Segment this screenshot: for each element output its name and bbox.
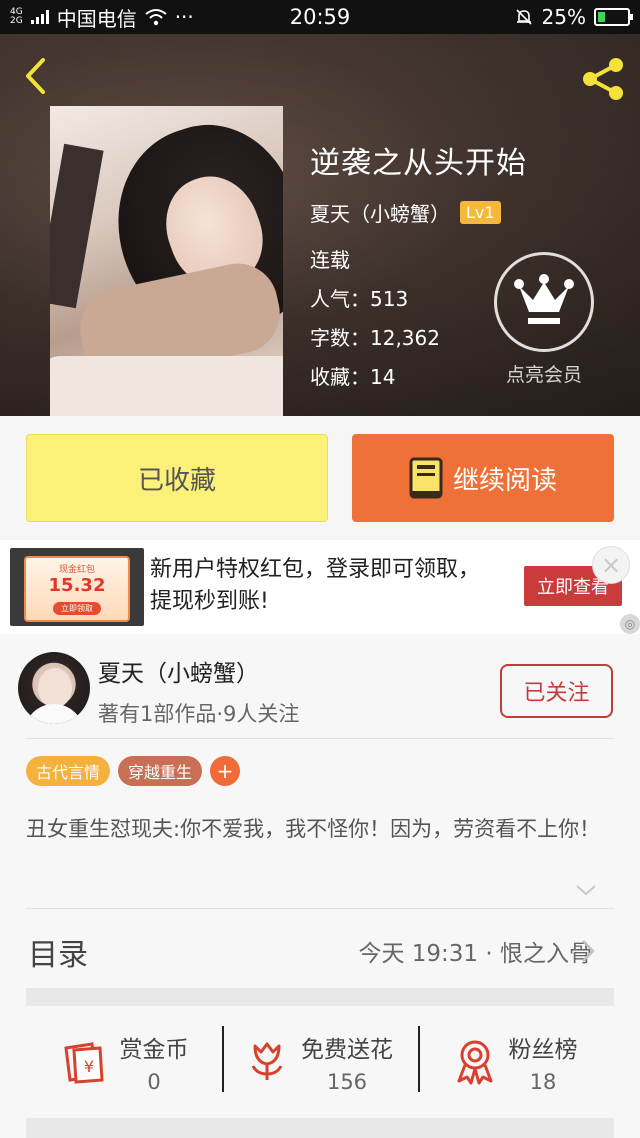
stat-reward[interactable]: ¥ 赏金币 0 <box>26 1008 222 1116</box>
carrier-name: 中国电信 <box>56 6 137 31</box>
book-word-count: 字数：12,362 <box>310 326 440 350</box>
continue-reading-label: 继续阅读 <box>452 465 557 496</box>
book-status: 连载 <box>310 248 350 272</box>
divider <box>26 738 614 739</box>
battery-icon <box>594 8 633 26</box>
stats-row: ¥ 赏金币 0 免费送花 156 粉丝榜 18 <box>26 1008 614 1116</box>
wifi-icon <box>145 9 167 26</box>
stat-fans[interactable]: 粉丝榜 18 <box>418 1008 614 1116</box>
book-author-line: 夏天（小螃蟹） Lv1 <box>310 198 501 227</box>
action-bar: 已收藏 继续阅读 <box>0 416 640 540</box>
toc-label[interactable]: 目录 <box>28 930 88 974</box>
synopsis: 丑女重生怼现夫:你不爱我，我不怪你！因为，劳资看不上你！ <box>26 817 601 841</box>
ad-close-icon[interactable]: × <box>592 546 630 584</box>
author-summary: 著有1部作品·9人关注 <box>98 702 300 726</box>
author-name[interactable]: 夏天（小螃蟹） <box>98 654 259 688</box>
svg-text:¥: ¥ <box>83 1057 93 1076</box>
stat-flowers[interactable]: 免费送花 156 <box>222 1008 418 1116</box>
level-badge: Lv1 <box>460 201 501 224</box>
author-section: 夏天（小螃蟹） 著有1部作品·9人关注 已关注 古代言情 穿越重生 + 丑女重生… <box>0 634 640 1138</box>
toc-latest-chapter[interactable]: 今天 19:31 · 恨之入骨 <box>358 934 592 968</box>
book-favorites: 收藏：14 <box>310 365 396 389</box>
stat-reward-label: 赏金币 <box>119 1037 189 1063</box>
stat-flowers-value: 156 <box>326 1070 368 1094</box>
flower-icon <box>251 1042 283 1080</box>
vip-button[interactable]: 点亮会员 <box>492 252 596 387</box>
ad-image: 现金红包 15.32 立即领取 <box>10 548 144 626</box>
stat-flowers-label: 免费送花 <box>301 1037 393 1063</box>
battery-fill <box>598 12 605 22</box>
book-header: 逆袭之从头开始 夏天（小螃蟹） Lv1 连载 人气：513 字数：12,362 … <box>0 34 640 416</box>
stat-fans-label: 粉丝榜 <box>508 1037 578 1063</box>
network-type: 4G 2G <box>10 7 23 26</box>
mute-bell-icon <box>515 9 532 25</box>
tag-list: 古代言情 穿越重生 + <box>26 756 241 786</box>
add-tag-button[interactable]: + <box>210 756 241 786</box>
status-bar: 4G 2G 中国电信 ··· 20:59 25% <box>0 0 640 34</box>
section-separator <box>26 1118 614 1138</box>
back-icon[interactable] <box>16 54 60 98</box>
book-author: 夏天（小螃蟹） <box>310 202 450 226</box>
book-icon <box>409 457 443 499</box>
chevron-right-icon[interactable] <box>578 938 598 964</box>
book-cover[interactable] <box>50 106 283 416</box>
follow-button[interactable]: 已关注 <box>500 664 613 718</box>
signal-icon <box>30 10 49 24</box>
continue-reading-button[interactable]: 继续阅读 <box>352 434 614 522</box>
red-envelope-icon: ¥ <box>63 1042 104 1084</box>
ad-badge-icon: ◎ <box>620 614 640 634</box>
stat-fans-value: 18 <box>529 1070 557 1094</box>
tag-item[interactable]: 穿越重生 <box>118 756 203 786</box>
ad-text: 新用户特权红包，登录即可领取，提现秒到账! <box>150 557 481 614</box>
share-icon[interactable] <box>578 54 630 104</box>
favorited-button[interactable]: 已收藏 <box>26 434 328 522</box>
crown-icon <box>514 274 574 324</box>
section-separator <box>26 988 614 1006</box>
chevron-down-icon[interactable] <box>574 880 598 900</box>
award-ribbon-icon <box>457 1040 492 1085</box>
book-popularity: 人气：513 <box>310 287 409 311</box>
ad-banner[interactable]: 现金红包 15.32 立即领取 新用户特权红包，登录即可领取，提现秒到账! 立即… <box>0 540 640 634</box>
tag-item[interactable]: 古代言情 <box>26 756 111 786</box>
book-title: 逆袭之从头开始 <box>310 146 527 181</box>
stat-reward-value: 0 <box>147 1070 161 1094</box>
vip-label: 点亮会员 <box>505 364 582 386</box>
divider <box>26 908 614 909</box>
avatar[interactable] <box>18 652 90 724</box>
battery-percent: 25% <box>541 5 586 29</box>
more-indicator: ··· <box>174 5 194 29</box>
